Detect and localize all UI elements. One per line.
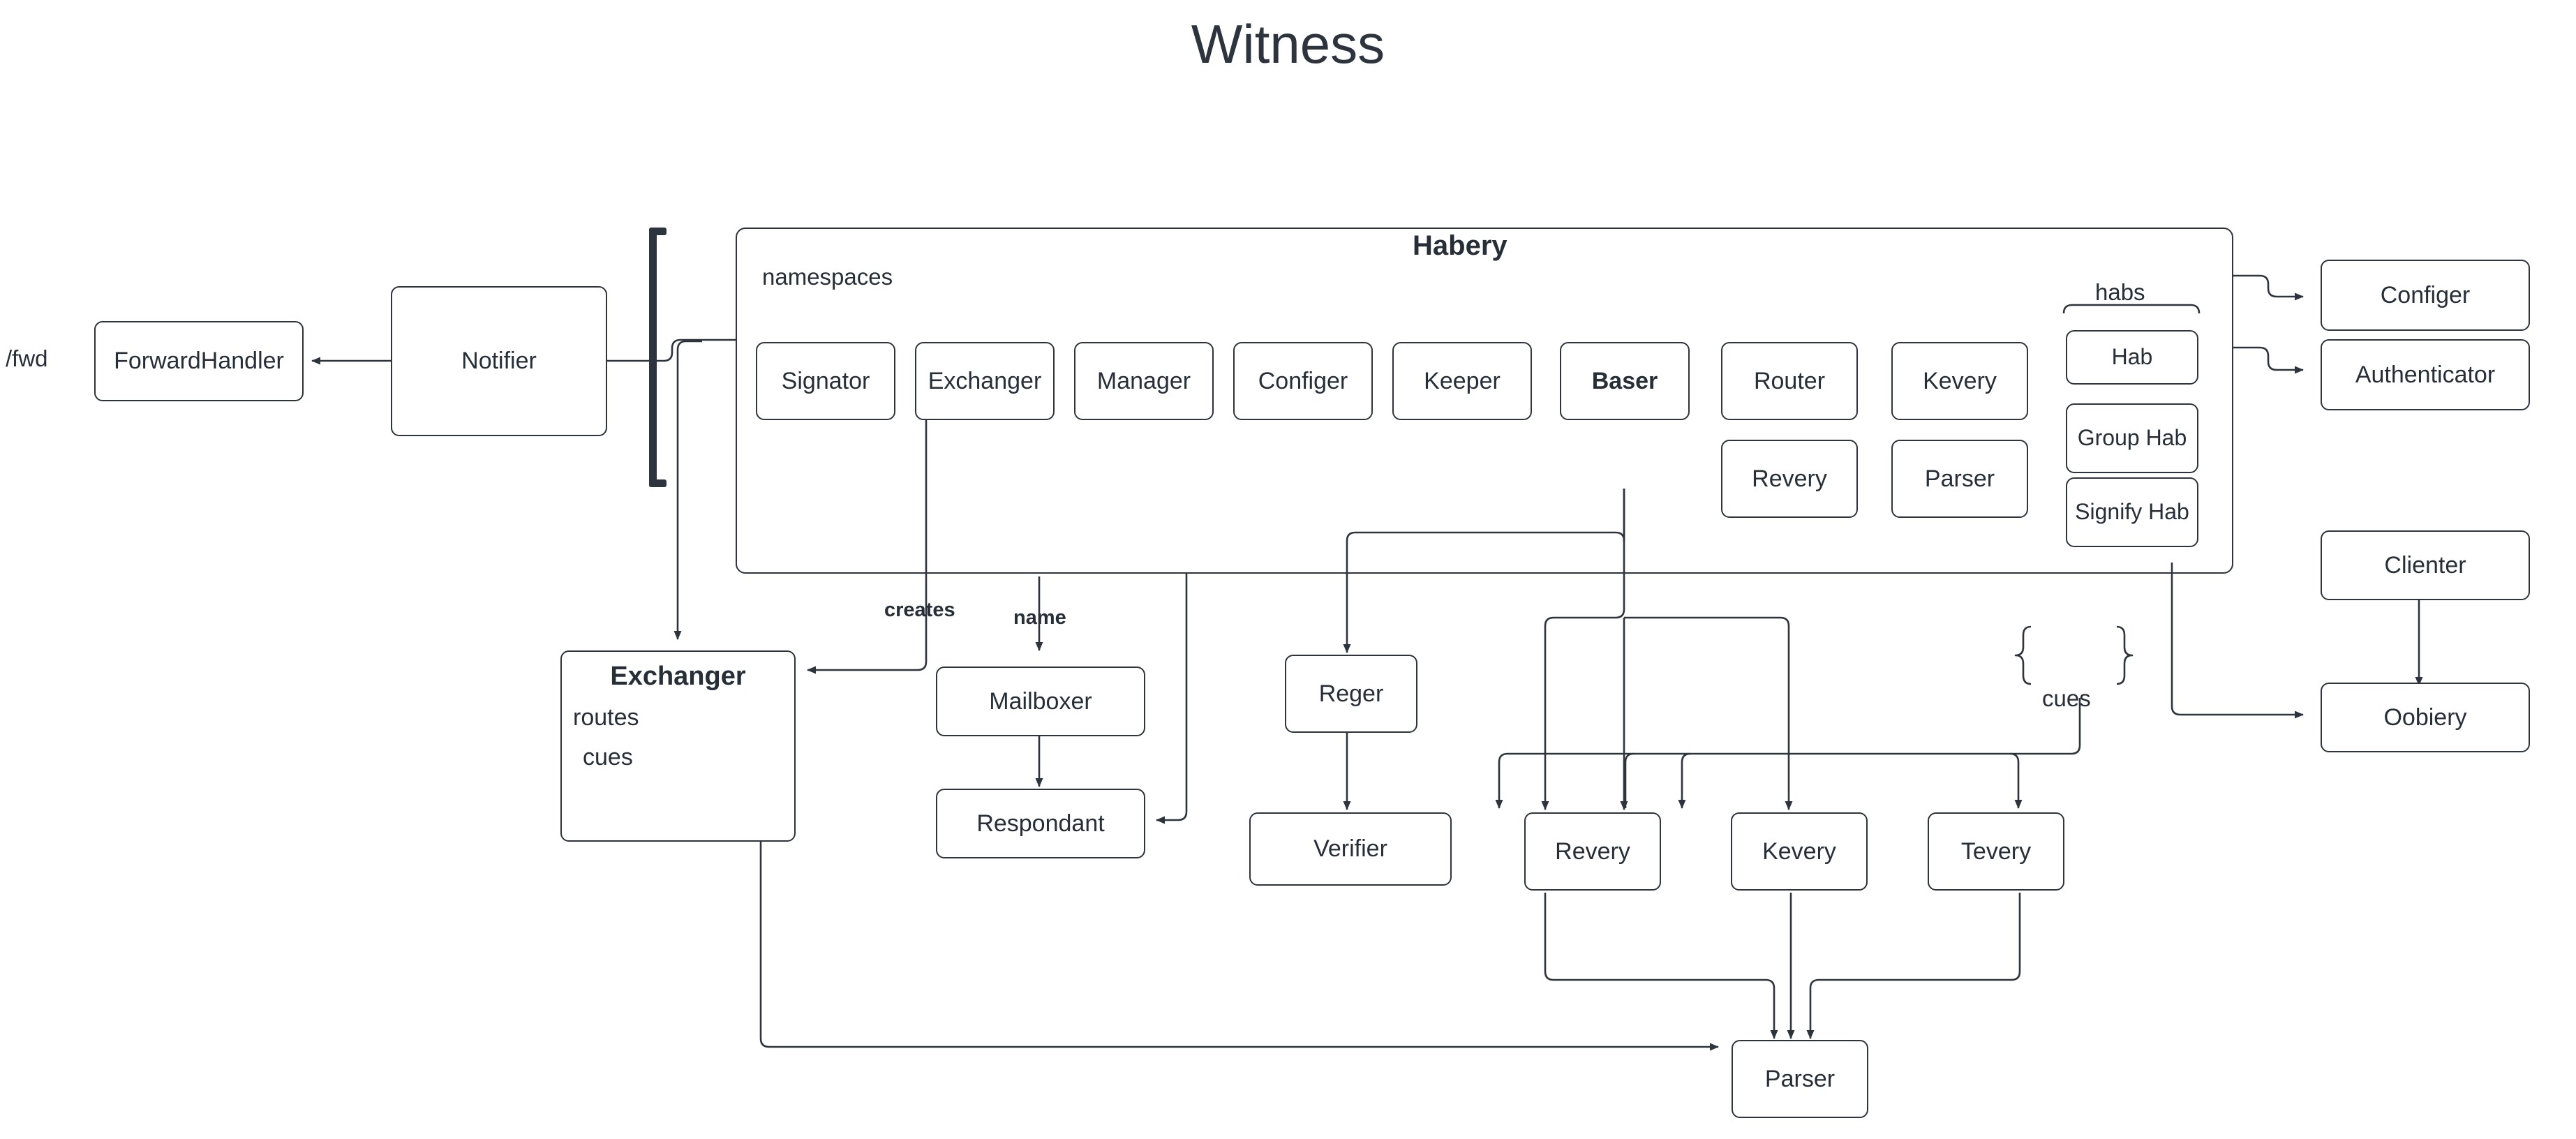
diagram-canvas: Witness /fwd Habery namespaces habs crea… (0, 0, 2576, 1139)
node-exchanger-card[interactable]: Exchanger routes cues (560, 650, 796, 842)
node-reger[interactable]: Reger (1285, 655, 1417, 733)
edge-habery-respondant (1156, 573, 1188, 824)
node-manager[interactable]: Manager (1074, 342, 1214, 420)
node-respondant[interactable]: Respondant (936, 789, 1145, 858)
edge-revery-parser (1544, 893, 1778, 1039)
node-forward-handler[interactable]: ForwardHandler (94, 321, 304, 401)
node-parser-bottom[interactable]: Parser (1732, 1040, 1868, 1118)
node-signator[interactable]: Signator (756, 342, 895, 420)
node-oobiery[interactable]: Oobiery (2321, 683, 2530, 752)
node-group-hab[interactable]: Group Hab (2066, 403, 2198, 473)
edge-habery-authenticator (2233, 346, 2304, 374)
edge-habery-exchanger-card (673, 340, 702, 640)
node-configer-right[interactable]: Configer (2321, 260, 2530, 331)
edge-cues-kevery (1678, 752, 1691, 809)
node-revery-ns[interactable]: Revery (1721, 440, 1858, 518)
habery-input-bracket (649, 228, 657, 487)
node-authenticator[interactable]: Authenticator (2321, 339, 2530, 410)
edge-tevery-parser (1806, 893, 2021, 1039)
edge-cues-revery (1495, 752, 1640, 809)
edge-cues-kevery-stub (1624, 752, 1635, 808)
node-notifier[interactable]: Notifier (391, 286, 607, 436)
node-keeper[interactable]: Keeper (1392, 342, 1532, 420)
edge-hab-oobiery (2171, 563, 2304, 719)
cues-text: cues (2042, 685, 2091, 711)
node-hab[interactable]: Hab (2066, 330, 2198, 385)
creates-edge-label: creates (884, 599, 955, 621)
node-mailboxer[interactable]: Mailboxer (936, 667, 1145, 736)
node-tevery-bottom[interactable]: Tevery (1928, 812, 2064, 891)
edge-cues-tevery (2009, 752, 2023, 809)
node-configer-ns[interactable]: Configer (1233, 342, 1373, 420)
node-signify-hab[interactable]: Signify Hab (2066, 477, 2198, 547)
name-edge-label: name (1013, 606, 1066, 629)
habery-input-bracket-bottom (649, 479, 667, 487)
node-parser-ns[interactable]: Parser (1891, 440, 2028, 518)
node-verifier[interactable]: Verifier (1249, 812, 1452, 886)
cues-brace-left (2014, 625, 2032, 685)
node-clienter[interactable]: Clienter (2321, 530, 2530, 600)
edge-cues-rail (1640, 698, 2081, 755)
node-revery-bottom[interactable]: Revery (1524, 812, 1661, 891)
edge-baser-tevery (1624, 616, 1793, 810)
node-kevery-bottom[interactable]: Kevery (1731, 812, 1868, 891)
node-baser[interactable]: Baser (1560, 342, 1690, 420)
exchanger-card-title: Exchanger (610, 662, 746, 691)
cues-brace-right (2116, 625, 2134, 685)
edge-habery-configer (2233, 274, 2304, 301)
habery-input-bracket-top (649, 228, 667, 235)
fwd-route-label: /fwd (6, 345, 48, 371)
node-kevery-ns[interactable]: Kevery (1891, 342, 2028, 420)
exchanger-card-cues: cues (583, 744, 633, 770)
exchanger-card-routes: routes (573, 704, 639, 731)
node-exchanger-ns[interactable]: Exchanger (915, 342, 1055, 420)
node-router[interactable]: Router (1721, 342, 1858, 420)
